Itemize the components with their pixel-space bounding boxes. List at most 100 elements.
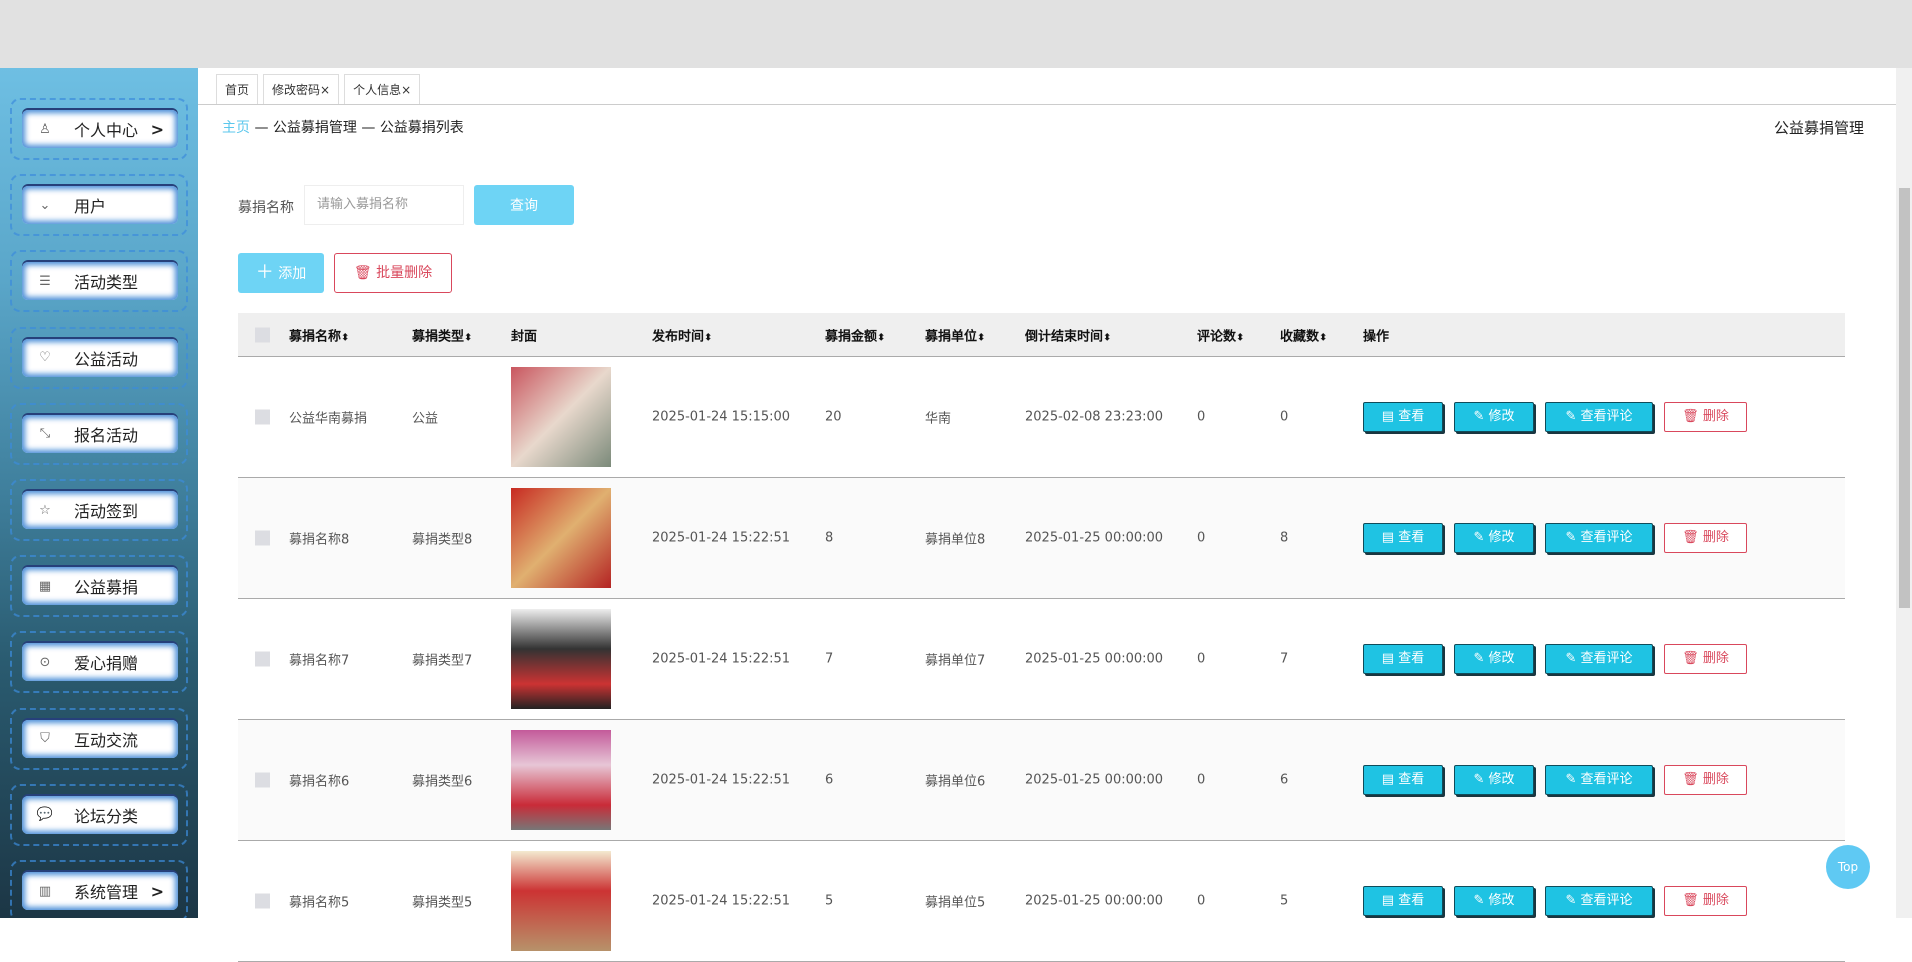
column-header[interactable]: 倒计结束时间⬍ xyxy=(1025,325,1111,344)
search-input[interactable]: 请输入募捐名称 xyxy=(304,185,464,225)
view-comments-label: 查看评论 xyxy=(1580,409,1633,424)
delete-button[interactable]: 🗑 删除 xyxy=(1664,523,1747,553)
edit-icon: ✎ xyxy=(1565,409,1577,424)
sidebar-item-box[interactable]: ☰ 活动类型 xyxy=(22,262,178,301)
edit-button[interactable]: ✎ 修改 xyxy=(1454,765,1534,795)
cell-unit: 募捐单位7 xyxy=(925,653,986,669)
back-to-top-button[interactable]: Top xyxy=(1826,845,1870,889)
shield-icon: ⛉ xyxy=(40,731,50,747)
row-checkbox[interactable] xyxy=(255,772,270,788)
view-comments-button[interactable]: ✎ 查看评论 xyxy=(1545,402,1653,432)
sidebar-item-box[interactable]: ♡ 公益活动 xyxy=(22,338,178,377)
delete-button[interactable]: 🗑 删除 xyxy=(1664,402,1747,432)
view-icon: ▤ xyxy=(1381,651,1395,666)
row-checkbox[interactable] xyxy=(255,530,270,546)
sort-icon[interactable]: ⬍ xyxy=(977,332,985,343)
sidebar-item-box[interactable]: ⛉ 互动交流 xyxy=(22,719,178,758)
edit-button[interactable]: ✎ 修改 xyxy=(1454,644,1534,674)
sidebar-item-box[interactable]: 💬 论坛分类 xyxy=(22,795,178,834)
sidebar-item[interactable]: 💬 论坛分类 xyxy=(10,783,188,846)
select-all-checkbox[interactable] xyxy=(255,327,270,342)
sidebar-item[interactable]: ♡ 公益活动 xyxy=(10,326,188,389)
sidebar-item-box[interactable]: ⊙ 爱心捐赠 xyxy=(22,643,178,682)
batch-delete-button[interactable]: 🗑 批量删除 xyxy=(334,253,452,293)
view-button[interactable]: ▤ 查看 xyxy=(1363,523,1443,553)
tab-home[interactable]: 首页 xyxy=(216,74,259,104)
column-header[interactable]: 募捐金额⬍ xyxy=(825,325,885,344)
view-button[interactable]: ▤ 查看 xyxy=(1363,402,1443,432)
cell-comments: 0 xyxy=(1197,530,1206,546)
edit-label: 修改 xyxy=(1488,651,1515,666)
header-label: 募捐类型 xyxy=(412,329,465,344)
sidebar-item[interactable]: ☰ 活动类型 xyxy=(10,250,188,313)
sidebar-item[interactable]: ▦ 公益募捐 xyxy=(10,555,188,618)
view-comments-button[interactable]: ✎ 查看评论 xyxy=(1545,523,1653,553)
delete-button[interactable]: 🗑 删除 xyxy=(1664,644,1747,674)
view-button[interactable]: ▤ 查看 xyxy=(1363,644,1443,674)
edit-button[interactable]: ✎ 修改 xyxy=(1454,886,1534,916)
view-label: 查看 xyxy=(1398,651,1425,666)
scrollbar[interactable] xyxy=(1896,68,1912,918)
sort-icon[interactable]: ⬍ xyxy=(1319,332,1327,343)
sidebar-item-box[interactable]: ▦ 公益募捐 xyxy=(22,567,178,606)
add-button[interactable]: ＋ 添加 xyxy=(238,253,324,293)
tab-personal-info[interactable]: 个人信息× xyxy=(344,74,421,104)
breadcrumb-sep: — xyxy=(250,120,273,136)
cover-image xyxy=(511,367,611,467)
view-icon: ▤ xyxy=(1381,409,1395,424)
breadcrumb-home[interactable]: 主页 xyxy=(222,120,250,136)
cell-unit: 募捐单位5 xyxy=(925,895,986,911)
delete-button[interactable]: 🗑 删除 xyxy=(1664,886,1747,916)
sidebar-item-label: 爱心捐赠 xyxy=(74,654,139,674)
sidebar-item-label: 活动签到 xyxy=(74,502,139,521)
edit-label: 修改 xyxy=(1488,893,1515,908)
sidebar-item[interactable]: ⛉ 互动交流 xyxy=(10,707,188,770)
sort-icon[interactable]: ⬍ xyxy=(1103,332,1111,343)
view-label: 查看 xyxy=(1398,530,1425,545)
sort-icon[interactable]: ⬍ xyxy=(704,332,712,343)
edit-button[interactable]: ✎ 修改 xyxy=(1454,523,1534,553)
sidebar-item-box[interactable]: ▥ 系统管理 > xyxy=(22,872,178,910)
column-header[interactable]: 募捐单位⬍ xyxy=(925,325,985,344)
breadcrumb: 主页 — 公益募捐管理 — 公益募捐列表 xyxy=(222,117,464,137)
sidebar-item-box[interactable]: ♙ 个人中心 > xyxy=(22,110,178,148)
sort-icon[interactable]: ⬍ xyxy=(341,332,349,343)
scrollbar-thumb[interactable] xyxy=(1899,188,1910,608)
sidebar-item[interactable]: ⊙ 爱心捐赠 xyxy=(10,631,188,694)
view-comments-button[interactable]: ✎ 查看评论 xyxy=(1545,765,1653,795)
sort-icon[interactable]: ⬍ xyxy=(1236,332,1244,343)
edit-button[interactable]: ✎ 修改 xyxy=(1454,402,1534,432)
delete-button[interactable]: 🗑 删除 xyxy=(1664,765,1747,795)
browser-top-bar xyxy=(0,0,1912,68)
view-button[interactable]: ▤ 查看 xyxy=(1363,765,1443,795)
column-header[interactable]: 募捐名称⬍ xyxy=(289,325,349,344)
column-header[interactable]: 发布时间⬍ xyxy=(652,325,712,344)
sidebar-item[interactable]: ▥ 系统管理 > xyxy=(10,860,188,918)
close-icon[interactable]: × xyxy=(401,83,411,97)
sidebar: ♙ 个人中心 > ⌄ 用户 ☰ 活动类型 ♡ 公益活动 ⤡ 报名活动 ☆ 活动签到 ▦ 公益募捐 ⊙ 爱心捐赠 ⛉… xyxy=(0,68,198,918)
close-icon[interactable]: × xyxy=(320,83,330,97)
sidebar-item[interactable]: ⤡ 报名活动 xyxy=(10,402,188,465)
column-header[interactable]: 评论数⬍ xyxy=(1197,325,1244,344)
sidebar-item[interactable]: ☆ 活动签到 xyxy=(10,479,188,541)
sidebar-item-box[interactable]: ⌄ 用户 xyxy=(22,186,178,225)
sidebar-item[interactable]: ⌄ 用户 xyxy=(10,174,188,237)
column-header[interactable]: 募捐类型⬍ xyxy=(412,325,472,344)
sidebar-item-box[interactable]: ⤡ 报名活动 xyxy=(22,414,178,453)
table-row: 募捐名称6 募捐类型6 2025-01-24 15:22:51 6 募捐单位6 … xyxy=(238,720,1845,841)
search-button[interactable]: 查询 xyxy=(474,185,574,225)
view-button[interactable]: ▤ 查看 xyxy=(1363,886,1443,916)
row-checkbox[interactable] xyxy=(255,651,270,667)
row-checkbox[interactable] xyxy=(255,893,270,909)
view-comments-button[interactable]: ✎ 查看评论 xyxy=(1545,886,1653,916)
row-checkbox[interactable] xyxy=(255,409,270,425)
sort-icon[interactable]: ⬍ xyxy=(877,332,885,343)
sidebar-item[interactable]: ♙ 个人中心 > xyxy=(10,98,188,160)
view-comments-button[interactable]: ✎ 查看评论 xyxy=(1545,644,1653,674)
cover-image xyxy=(511,730,611,830)
table-row: 募捐名称8 募捐类型8 2025-01-24 15:22:51 8 募捐单位8 … xyxy=(238,478,1845,599)
column-header[interactable]: 收藏数⬍ xyxy=(1280,325,1327,344)
sort-icon[interactable]: ⬍ xyxy=(464,332,472,343)
tab-change-password[interactable]: 修改密码× xyxy=(263,74,340,104)
sidebar-item-box[interactable]: ☆ 活动签到 xyxy=(22,491,178,529)
